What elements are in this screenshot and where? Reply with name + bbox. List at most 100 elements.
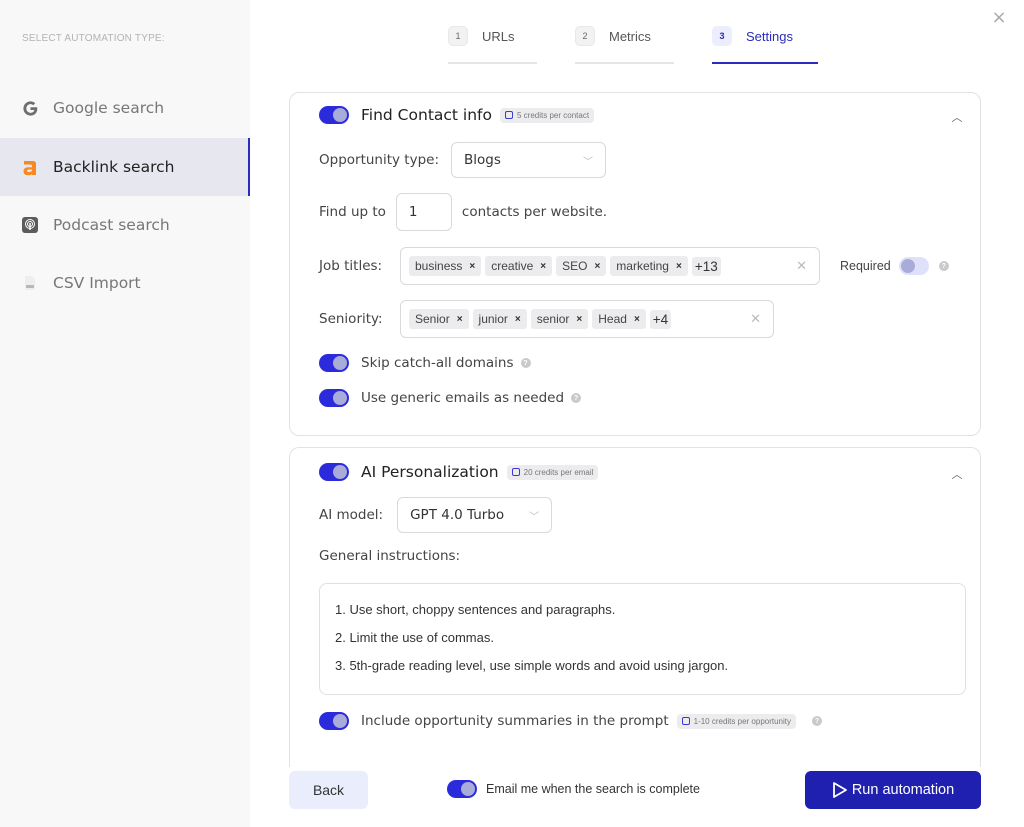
run-automation-button[interactable]: Run automation	[805, 771, 981, 809]
card-header: Find Contact info 5 credits per contact	[319, 106, 595, 124]
job-titles-label: Job titles:	[319, 258, 383, 274]
automation-modal: SELECT AUTOMATION TYPE: Google search Ba…	[0, 0, 1024, 827]
tag: Head ×	[592, 309, 646, 329]
chevron-up-icon[interactable]: ︿	[950, 109, 964, 124]
sidebar-item-backlink-search[interactable]: Backlink search	[0, 138, 250, 196]
ai-model-row: AI model: GPT 4.0 Turbo ﹀	[319, 497, 553, 533]
instructions-label: General instructions:	[319, 548, 461, 564]
instructions-label-row: General instructions:	[319, 548, 460, 564]
sidebar-item-label: CSV Import	[53, 274, 141, 292]
generic-emails-label: Use generic emails as needed	[361, 390, 565, 406]
job-titles-input[interactable]: business × creative × SEO × marketing × +13 …	[400, 247, 820, 285]
tag: marketing ×	[610, 256, 688, 276]
sidebar-item-csv-import[interactable]: CSV Import	[0, 254, 250, 312]
seniority-label: Seniority:	[319, 311, 383, 327]
instruction-line: 3. 5th-grade reading level, use simple w…	[335, 658, 729, 673]
step-label: URLs	[482, 28, 515, 44]
help-icon[interactable]: ?	[812, 716, 822, 726]
close-icon[interactable]: ×	[990, 9, 1008, 27]
step-number: 1	[448, 26, 468, 46]
sidebar-item-google-search[interactable]: Google search	[0, 79, 250, 137]
email-notification-label: Email me when the search is complete	[486, 782, 700, 796]
credits-text: 1-10 credits per opportunity	[693, 716, 791, 726]
seniority-row: Seniority: Senior × junior × senior × Head ×…	[319, 300, 774, 338]
back-button[interactable]: Back	[289, 771, 368, 809]
tag: junior ×	[472, 309, 527, 329]
tag: senior ×	[530, 309, 589, 329]
skip-catch-all-label: Skip catch-all domains	[361, 355, 514, 371]
step-settings[interactable]: 3 Settings	[712, 25, 818, 64]
sidebar-item-label: Backlink search	[53, 158, 175, 176]
step-number: 3	[712, 26, 732, 46]
summaries-row: Include opportunity summaries in the pro…	[319, 712, 822, 730]
step-number: 2	[575, 26, 595, 46]
find-up-to-suffix: contacts per website.	[461, 204, 608, 220]
contacts-per-website-input[interactable]: 1	[395, 193, 452, 231]
credits-badge: 5 credits per contact	[500, 107, 595, 123]
instruction-line: 1. Use short, choppy sentences and parag…	[335, 602, 616, 617]
sidebar-item-podcast-search[interactable]: Podcast search	[0, 196, 250, 254]
instructions-textarea[interactable]: 1. Use short, choppy sentences and parag…	[319, 583, 966, 695]
selected-value: GPT 4.0 Turbo	[410, 507, 505, 523]
play-icon	[832, 782, 847, 798]
ai-personalization-toggle[interactable]	[319, 463, 349, 481]
remove-tag-icon[interactable]: ×	[540, 261, 546, 272]
opportunity-type-row: Opportunity type: Blogs ﹀	[319, 142, 607, 178]
more-tags-count: +4	[649, 309, 672, 329]
help-icon[interactable]: ?	[571, 393, 582, 403]
skip-catch-all-toggle[interactable]	[319, 354, 349, 372]
remove-tag-icon[interactable]: ×	[457, 314, 463, 325]
generic-emails-row: Use generic emails as needed ?	[319, 389, 582, 407]
opportunity-type-select[interactable]: Blogs ﹀	[451, 142, 607, 178]
ai-model-select[interactable]: GPT 4.0 Turbo ﹀	[397, 497, 553, 533]
tag: SEO ×	[556, 256, 607, 276]
step-urls[interactable]: 1 URLs	[448, 25, 537, 64]
step-indicator	[575, 62, 674, 64]
summaries-label: Include opportunity summaries in the pro…	[361, 713, 669, 729]
remove-tag-icon[interactable]: ×	[515, 314, 521, 325]
card-title: AI Personalization	[361, 463, 499, 481]
sidebar-item-label: Google search	[53, 99, 165, 117]
summaries-toggle[interactable]	[319, 712, 349, 730]
find-contact-toggle[interactable]	[319, 106, 349, 124]
clear-icon[interactable]: ✕	[750, 311, 761, 327]
podcast-icon	[21, 216, 39, 234]
required-label: Required	[840, 259, 891, 273]
find-up-to-row: Find up to 1 contacts per website.	[319, 193, 607, 231]
chevron-down-icon: ﹀	[529, 511, 540, 523]
find-contact-card: Find Contact info 5 credits per contact …	[289, 92, 981, 436]
chevron-up-icon[interactable]: ︿	[950, 466, 964, 481]
credits-icon	[681, 717, 690, 725]
step-label: Metrics	[609, 28, 651, 44]
clear-icon[interactable]: ✕	[796, 258, 807, 274]
tag: business ×	[409, 256, 482, 276]
sidebar-item-label: Podcast search	[53, 216, 170, 234]
google-icon	[21, 99, 39, 117]
remove-tag-icon[interactable]: ×	[634, 314, 640, 325]
credits-icon	[505, 111, 513, 119]
generic-emails-toggle[interactable]	[319, 389, 349, 407]
email-notification-toggle[interactable]	[447, 780, 477, 798]
tag-label: creative	[491, 259, 534, 273]
seniority-input[interactable]: Senior × junior × senior × Head × +4 ✕	[400, 300, 774, 338]
help-icon[interactable]: ?	[520, 358, 531, 368]
remove-tag-icon[interactable]: ×	[594, 261, 600, 272]
help-icon[interactable]: ?	[938, 261, 949, 271]
tag-label: business	[415, 259, 463, 273]
ai-personalization-card: AI Personalization 20 credits per email …	[289, 447, 981, 767]
sidebar: SELECT AUTOMATION TYPE: Google search Ba…	[0, 0, 250, 827]
tag-label: Senior	[415, 312, 450, 326]
ahrefs-icon	[21, 158, 39, 176]
required-toggle[interactable]	[898, 257, 929, 275]
credits-badge: 20 credits per email	[506, 464, 599, 480]
csv-file-icon	[21, 274, 39, 292]
run-automation-label: Run automation	[851, 782, 955, 798]
remove-tag-icon[interactable]: ×	[676, 261, 682, 272]
job-titles-row: Job titles: business × creative × SEO × mar…	[319, 247, 949, 285]
tag-label: senior	[536, 312, 570, 326]
remove-tag-icon[interactable]: ×	[469, 261, 475, 272]
step-metrics[interactable]: 2 Metrics	[575, 25, 674, 64]
find-up-to-label: Find up to	[319, 204, 386, 220]
tag-label: junior	[478, 312, 508, 326]
remove-tag-icon[interactable]: ×	[576, 314, 582, 325]
